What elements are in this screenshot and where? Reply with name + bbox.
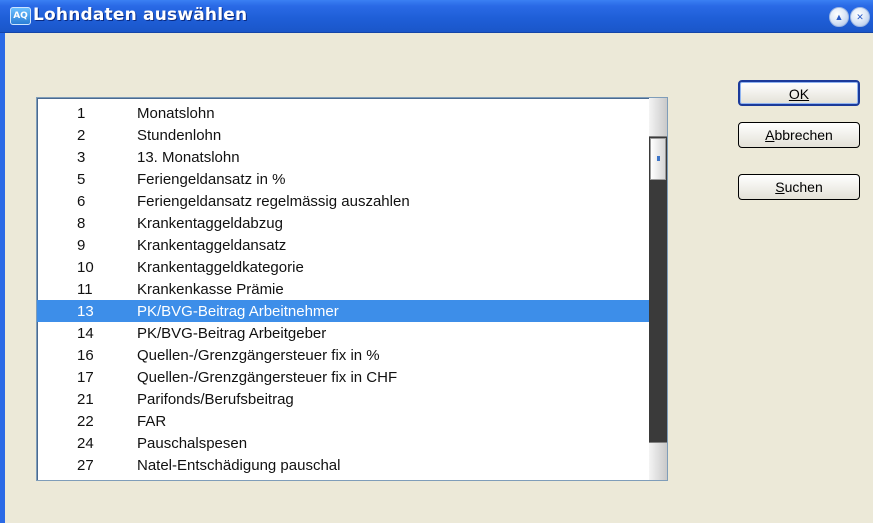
list-item-number: 17 [77,369,94,386]
list-item-label: 13. Monatslohn [137,149,240,166]
list-item[interactable]: 22 FAR [37,410,649,432]
list-item-label: Krankentaggeldabzug [137,215,283,232]
close-icon[interactable]: ✕ [850,7,870,27]
search-button-label-post: uchen [784,179,823,195]
ok-button-accelerator: OK [788,86,810,102]
list-item-label: Krankenkasse Prämie [137,281,284,298]
list-item-number: 10 [77,259,94,276]
list-item[interactable]: 9 Krankentaggeldansatz [37,234,649,256]
list-item-label: Natel-Entschädigung pauschal [137,457,341,474]
list-item-label: Feriengeldansatz in % [137,171,286,188]
list-item-number: 27 [77,457,94,474]
window-title: Lohndaten auswählen [33,5,248,25]
list-item-label: Monatslohn [137,105,215,122]
list-item[interactable]: 8 Krankentaggeldabzug [37,212,649,234]
list-item-number: 8 [77,215,86,232]
list-item[interactable]: 11 Krankenkasse Prämie [37,278,649,300]
list-item-number: 5 [77,171,86,188]
list-item-number: 3 [77,149,86,166]
list-item[interactable]: 1 Monatslohn [37,102,649,124]
list-item-number: 21 [77,391,94,408]
collapse-icon[interactable]: ▲ [829,7,849,27]
list-item-number: 13 [77,303,94,320]
list-item-label: PK/BVG-Beitrag Arbeitgeber [137,325,327,342]
scroll-thumb[interactable] [650,138,666,180]
list-item-number: 2 [77,127,86,144]
list-item-number: 6 [77,193,86,210]
list-item[interactable]: 2 Stundenlohn [37,124,649,146]
list-item[interactable]: 6 Feriengeldansatz regelmässig auszahlen [37,190,649,212]
list-item-number: 22 [77,413,94,430]
scroll-down-button[interactable] [649,442,667,480]
list-item[interactable]: 13 PK/BVG-Beitrag Arbeitnehmer [37,300,649,322]
app-icon: AQ [10,7,31,25]
list-item-label: Pauschalspesen [137,435,248,452]
title-bar[interactable]: AQ Lohndaten auswählen ▲ ✕ [0,0,873,33]
list-item-label: Parifonds/Berufsbeitrag [137,391,294,408]
list-item-label: Quellen-/Grenzgängersteuer fix in CHF [137,369,398,386]
list-item-label: FAR [137,413,167,430]
list-item[interactable]: 5 Feriengeldansatz in % [37,168,649,190]
list-item[interactable]: 17 Quellen-/Grenzgängersteuer fix in CHF [37,366,649,388]
list-item-label: Feriengeldansatz regelmässig auszahlen [137,193,410,210]
list-item[interactable]: 16 Quellen-/Grenzgängersteuer fix in % [37,344,649,366]
list-item[interactable]: 10 Krankentaggeldkategorie [37,256,649,278]
list-item-number: 24 [77,435,94,452]
list-item-number: 11 [77,281,93,298]
cancel-button-label-post: bbrechen [774,127,833,143]
thumb-grip-icon [657,156,660,161]
list-item-number: 1 [77,105,86,122]
wage-data-list[interactable]: 1 Monatslohn 2 Stundenlohn 3 13. Monatslohn 5 F… [36,97,668,481]
ok-button[interactable]: OK [738,80,860,106]
list-item[interactable]: 27 Natel-Entschädigung pauschal [37,454,649,476]
list-item-label: Stundenlohn [137,127,222,144]
scroll-up-button[interactable] [649,98,667,137]
list-item[interactable]: 24 Pauschalspesen [37,432,649,454]
search-button-accelerator: S [775,179,785,195]
list-item-label: Krankentaggeldansatz [137,237,287,254]
list-item[interactable]: 29 Anteil Büro [37,476,649,480]
vertical-scrollbar[interactable] [649,98,667,480]
list-item-label: Anteil Büro [137,479,210,480]
search-button[interactable]: Suchen [738,174,860,200]
window-border [0,33,5,523]
list-item-label: Quellen-/Grenzgängersteuer fix in % [137,347,380,364]
list-item-label: PK/BVG-Beitrag Arbeitnehmer [137,303,339,320]
list-item-number: 9 [77,237,86,254]
list-item[interactable]: 3 13. Monatslohn [37,146,649,168]
list-item-number: 16 [77,347,94,364]
list-item-number: 14 [77,325,94,342]
list-item[interactable]: 21 Parifonds/Berufsbeitrag [37,388,649,410]
cancel-button[interactable]: Abbrechen [738,122,860,148]
list-item-number: 29 [77,479,107,480]
list-item-label: Krankentaggeldkategorie [137,259,304,276]
list-item[interactable]: 14 PK/BVG-Beitrag Arbeitgeber [37,322,649,344]
